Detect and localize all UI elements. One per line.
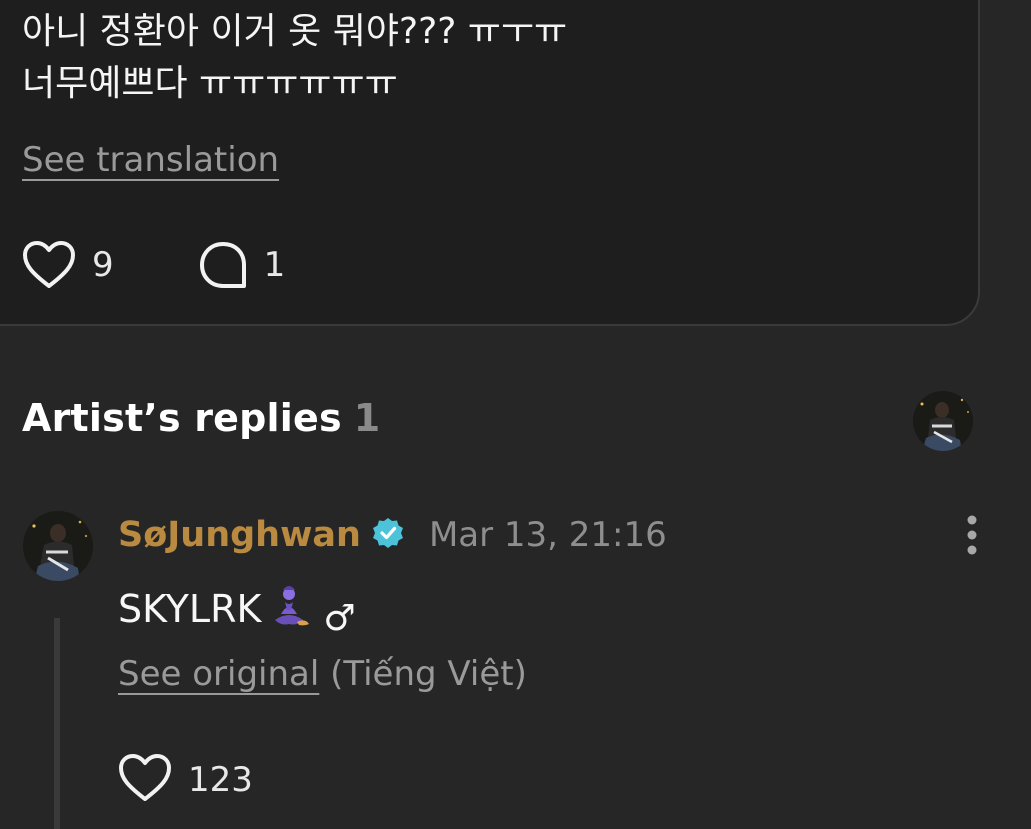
verified-badge-icon xyxy=(371,516,405,554)
heart-icon xyxy=(22,240,76,290)
post-comment-count: 1 xyxy=(263,245,286,285)
artist-avatar[interactable] xyxy=(912,390,974,456)
reply-author-avatar[interactable] xyxy=(22,510,94,586)
reply-text: SKYLRK ♂ xyxy=(118,580,356,639)
post-comment-button[interactable]: 1 xyxy=(198,240,286,290)
post-actions: 9 1 xyxy=(22,240,285,290)
heart-icon xyxy=(118,753,172,807)
see-original-row: See original (Tiếng Việt) xyxy=(118,654,527,694)
artist-replies-header: Artist’s replies 1 xyxy=(22,396,380,440)
more-vertical-icon xyxy=(950,515,994,562)
artist-replies-title: Artist’s replies xyxy=(22,396,342,440)
reply-author-name[interactable]: SøJunghwan xyxy=(118,515,361,555)
post-like-count: 9 xyxy=(92,245,114,285)
reply-like-button[interactable]: 123 xyxy=(118,753,253,807)
reply-date: Mar 13, 21:16 xyxy=(428,515,667,555)
genie-emoji-icon xyxy=(261,580,311,637)
thread-line xyxy=(54,618,60,829)
post-like-button[interactable]: 9 xyxy=(22,240,114,290)
more-options-button[interactable] xyxy=(950,512,994,558)
page: 아니 정환아 이거 옷 뭐야??? ㅠㅜㅠ 너무예쁘다 ㅠㅠㅠㅠㅠㅠ See t… xyxy=(0,0,1031,829)
see-original-link[interactable]: See original xyxy=(118,654,319,694)
see-translation-link[interactable]: See translation xyxy=(22,140,279,180)
reply-header: SøJunghwan Mar 13, 21:16 xyxy=(118,512,667,558)
comment-bubble-icon xyxy=(198,240,248,290)
post-text: 아니 정환아 이거 옷 뭐야??? ㅠㅜㅠ 너무예쁘다 ㅠㅠㅠㅠㅠㅠ xyxy=(22,11,568,104)
reply-like-count: 123 xyxy=(188,760,253,800)
reply-text-content: SKYLRK xyxy=(118,586,262,631)
reply-symbol: ♂ xyxy=(323,598,356,639)
artist-replies-count: 1 xyxy=(353,396,381,440)
original-language: (Tiếng Việt) xyxy=(330,654,527,694)
